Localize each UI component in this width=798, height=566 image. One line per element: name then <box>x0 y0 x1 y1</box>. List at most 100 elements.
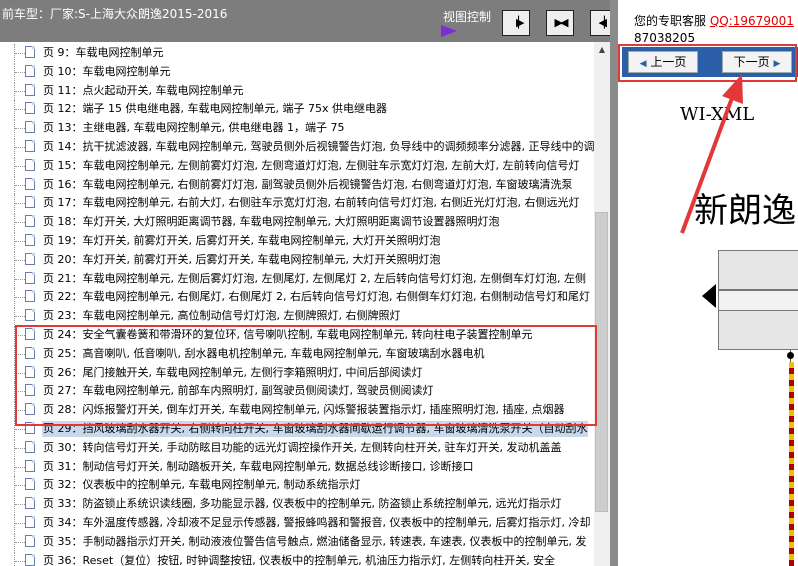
tree-item[interactable]: 页 17：车载电网控制单元, 右前大灯, 右侧驻车示宽灯灯泡, 右前转向信号灯灯… <box>0 194 594 213</box>
tree-item-label: 页 34：车外温度传感器, 冷却液不足显示传感器, 警报蜂鸣器和警报音, 仪表板… <box>43 516 591 529</box>
view-control-label: 视图控制 <box>443 10 492 24</box>
scroll-up-arrow-icon[interactable]: ▲ <box>594 42 610 58</box>
tree-connector-branch <box>15 241 25 242</box>
tree-item-label: 页 27：车载电网控制单元, 前部车内照明灯, 副驾驶员侧阅读灯, 驾驶员侧阅读… <box>43 384 434 398</box>
tree-item[interactable]: 页 27：车载电网控制单元, 前部车内照明灯, 副驾驶员侧阅读灯, 驾驶员侧阅读… <box>0 382 594 401</box>
tree-item[interactable]: 页 15：车载电网控制单元, 左侧前雾灯灯泡, 左侧弯道灯灯泡, 左侧驻车示宽灯… <box>0 156 594 175</box>
tree-item[interactable]: 页 28：闪烁报警灯开关, 倒车灯开关, 车载电网控制单元, 闪烁警报装置指示灯… <box>0 401 594 420</box>
tree-item[interactable]: 页 26：尾门接触开关, 车载电网控制单元, 左侧行李箱照明灯, 中间后部阅读灯 <box>0 363 594 382</box>
tree-item[interactable]: 页 23：车载电网控制单元, 高位制动信号灯灯泡, 左侧牌照灯, 右侧牌照灯 <box>0 307 594 326</box>
tree-item[interactable]: 页 31：制动信号灯开关, 制动踏板开关, 车载电网控制单元, 数据总线诊断接口… <box>0 457 594 476</box>
tree-item-label: 页 28：闪烁报警灯开关, 倒车灯开关, 车载电网控制单元, 闪烁警报装置指示灯… <box>43 403 565 417</box>
tree-item[interactable]: 页 34：车外温度传感器, 冷却液不足显示传感器, 警报蜂鸣器和警报音, 仪表板… <box>0 514 594 532</box>
page-document-icon <box>25 215 35 228</box>
page-document-icon <box>25 64 35 77</box>
tree-item[interactable]: 页 35：手制动器指示灯开关, 制动液液位警告信号触点, 燃油储备显示, 转速表… <box>0 532 594 551</box>
page-document-icon <box>25 328 35 340</box>
panel-right-arrow-icon: ▕▶ <box>510 16 525 29</box>
tree-item-label: 页 31：制动信号灯开关, 制动踏板开关, 车载电网控制单元, 数据总线诊断接口… <box>43 459 474 473</box>
tree-item-label: 页 20：车灯开关, 前雾灯开关, 后雾灯开关, 车载电网控制单元, 大灯开关照… <box>43 252 441 266</box>
tree-item[interactable]: 页 21：车载电网控制单元, 左侧后雾灯灯泡, 左侧尾灯, 左侧尾灯 2, 左后… <box>0 269 594 288</box>
tree-item[interactable]: 页 10：车载电网控制单元 <box>0 62 594 81</box>
tree-connector-branch <box>15 297 25 299</box>
tree-item[interactable]: 页 11：点火起动开关, 车载电网控制单元 <box>0 81 594 100</box>
tree-connector-branch <box>15 391 25 393</box>
page-document-icon <box>25 234 35 246</box>
tree-item-label: 页 11：点火起动开关, 车载电网控制单元 <box>43 83 244 97</box>
purple-triangle-icon <box>441 25 457 37</box>
prev-page-button[interactable]: ◀ 上一页 <box>628 51 698 73</box>
tree-item-label: 页 22：车载电网控制单元, 右侧尾灯, 右侧尾灯 2, 右后转向信号灯灯泡, … <box>43 290 590 304</box>
page-document-icon <box>25 516 35 528</box>
support-phone: 87038205 <box>634 31 696 45</box>
view-button-split[interactable]: ▶◀ <box>546 10 574 36</box>
tree-item-label: 页 21：车载电网控制单元, 左侧后雾灯灯泡, 左侧尾灯, 左侧尾灯 2, 左后… <box>43 271 586 285</box>
tree-connector-branch <box>15 128 25 130</box>
tree-item[interactable]: 页 25：高音喇叭, 低音喇叭, 刮水器电机控制单元, 车载电网控制单元, 车窗… <box>0 344 594 363</box>
page-document-icon <box>25 177 35 190</box>
tree-item[interactable]: 页 13：主继电器, 车载电网控制单元, 供电继电器 1，端子 75 <box>0 119 594 138</box>
tree-scrollbar[interactable]: ▲ <box>594 42 610 566</box>
tree-item[interactable]: 页 16：车载电网控制单元, 右侧前雾灯灯泡, 副驾驶员侧外后视镜警告灯泡, 右… <box>0 175 594 194</box>
tree-item[interactable]: 页 20：车灯开关, 前雾灯开关, 后雾灯开关, 车载电网控制单元, 大灯开关照… <box>0 250 594 269</box>
tree-connector-branch <box>15 165 25 167</box>
page-document-icon <box>25 497 35 510</box>
view-button-expand-right[interactable]: ▕▶ <box>502 10 530 36</box>
document-code: WI-XML <box>680 104 755 125</box>
tree-item-label: 页 13：主继电器, 车载电网控制单元, 供电继电器 1，端子 75 <box>43 121 345 135</box>
page-document-icon <box>25 46 35 58</box>
diagram-junction-dot <box>787 352 794 359</box>
tree-item[interactable]: 页 33：防盗锁止系统识读线圈, 多功能显示器, 仪表板中的控制单元, 防盗锁止… <box>0 495 594 514</box>
tree-item-label: 页 23：车载电网控制单元, 高位制动信号灯灯泡, 左侧牌照灯, 右侧牌照灯 <box>43 309 401 323</box>
tree-item[interactable]: 页 32：仪表板中的控制单元, 车载电网控制单元, 制动系统指示灯 <box>0 476 594 495</box>
tree-item-label: 页 32：仪表板中的控制单元, 车载电网控制单元, 制动系统指示灯 <box>43 478 361 492</box>
tree-connector-branch <box>15 410 25 412</box>
next-page-button[interactable]: 下一页 ▶ <box>722 51 792 73</box>
tree-connector-branch <box>15 71 25 73</box>
page-nav-bar: ◀ 上一页 下一页 ▶ <box>622 47 798 77</box>
right-triangle-icon: ▶ <box>773 59 781 69</box>
prev-page-label: 上一页 <box>650 55 687 69</box>
qq-link[interactable]: QQ:19679001 <box>710 14 794 28</box>
page-document-icon <box>25 422 35 434</box>
diagram-yellow-red-wire <box>789 362 794 566</box>
tree-connector-branch <box>15 447 25 449</box>
page-document-icon <box>25 365 35 378</box>
panel-split-arrows-icon: ▶◀ <box>554 16 569 29</box>
tree-item[interactable]: 页 19：车灯开关, 前雾灯开关, 后雾灯开关, 车载电网控制单元, 大灯开关照… <box>0 232 594 250</box>
tree-connector-branch <box>15 353 25 355</box>
tree-item[interactable]: 页 18：车灯开关, 大灯照明距离调节器, 车载电网控制单元, 大灯照明距离调节… <box>0 213 594 232</box>
tree-connector-branch <box>15 90 25 92</box>
tree-item[interactable]: 页 22：车载电网控制单元, 右侧尾灯, 右侧尾灯 2, 右后转向信号灯灯泡, … <box>0 288 594 307</box>
tree-item-label: 页 35：手制动器指示灯开关, 制动液液位警告信号触点, 燃油储备显示, 转速表… <box>43 534 587 548</box>
next-page-label: 下一页 <box>733 55 770 69</box>
tree-connector-branch <box>15 485 25 487</box>
tree-item[interactable]: 页 9：车载电网控制单元 <box>0 44 594 62</box>
tree-item[interactable]: 页 29：挡风玻璃刮水器开关, 右侧转向柱开关, 车窗玻璃刮水器间歇运行调节器,… <box>0 420 594 438</box>
tree-connector-branch <box>15 560 25 562</box>
page-document-icon <box>25 140 35 152</box>
tree-item-label: 页 19：车灯开关, 前雾灯开关, 后雾灯开关, 车载电网控制单元, 大灯开关照… <box>43 234 441 247</box>
tree-connector-branch <box>15 466 25 468</box>
scroll-thumb[interactable] <box>595 212 608 512</box>
tree-item[interactable]: 页 36：Reset（复位）按钮, 时钟调整按钮, 仪表板中的控制单元, 机油压… <box>0 551 594 566</box>
pane-divider[interactable] <box>610 0 618 566</box>
diagram-component-top <box>718 250 798 290</box>
tree-item-label: 页 16：车载电网控制单元, 右侧前雾灯灯泡, 副驾驶员侧外后视镜警告灯泡, 右… <box>43 177 573 191</box>
tree-item[interactable]: 页 24：安全气囊卷簧和带滑环的复位环, 信号喇叭控制, 车载电网控制单元, 转… <box>0 326 594 344</box>
page-document-icon <box>25 403 35 416</box>
tree-item[interactable]: 页 30：转向信号灯开关, 手动防眩目功能的远光灯调控操作开关, 左侧转向柱开关… <box>0 438 594 457</box>
tree-item[interactable]: 页 12：端子 15 供电继电器, 车载电网控制单元, 端子 75x 供电继电器 <box>0 100 594 119</box>
tree-connector-line <box>14 551 15 566</box>
page-document-icon <box>25 290 35 303</box>
document-title: 新朗逸 <box>694 191 796 231</box>
page-document-icon <box>25 309 35 322</box>
tree-item-label: 页 29：挡风玻璃刮水器开关, 右侧转向柱开关, 车窗玻璃刮水器间歇运行调节器,… <box>42 421 589 437</box>
tree-connector-branch <box>15 147 25 148</box>
tree-connector-branch <box>15 259 25 261</box>
page-document-icon <box>25 553 35 566</box>
page-document-icon <box>25 440 35 453</box>
tree-connector-branch <box>15 53 25 54</box>
tree-item[interactable]: 页 14：抗干扰滤波器, 车载电网控制单元, 驾驶员侧外后视镜警告灯泡, 负导线… <box>0 138 594 156</box>
tree-connector-branch <box>15 335 25 336</box>
